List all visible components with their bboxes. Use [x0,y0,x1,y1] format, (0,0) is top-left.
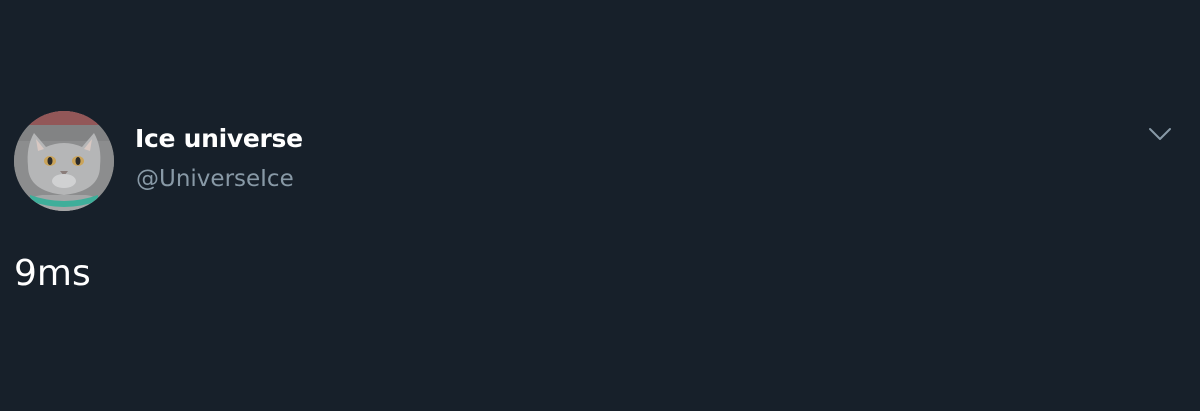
chevron-down-icon [1149,128,1171,140]
tweet-menu-button[interactable] [1146,124,1174,146]
avatar[interactable] [14,111,114,211]
tweet-card: Ice universe @UniverseIce 9ms [0,0,1200,411]
author-handle[interactable]: @UniverseIce [136,166,294,192]
author-display-name[interactable]: Ice universe [135,124,303,153]
cat-avatar-icon [14,111,114,211]
tweet-text: 9ms [14,253,91,294]
